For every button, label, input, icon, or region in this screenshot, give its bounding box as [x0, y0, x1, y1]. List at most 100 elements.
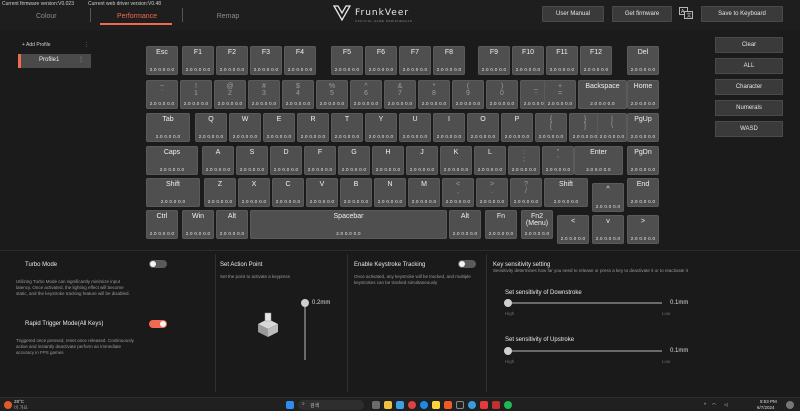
key-5[interactable]: % 5 2.0 0.0 0.0 [316, 80, 348, 109]
key-7[interactable]: & 7 2.0 0.0 0.0 [384, 80, 416, 109]
key-menu[interactable]: Fn2 (Menu) 2.0 0.0 0.0 [521, 210, 553, 239]
key-d[interactable]: D 2.0 0.0 0.0 [270, 146, 302, 175]
key-f3[interactable]: F3 2.0 0.0 0.0 [250, 46, 282, 75]
slider-thumb[interactable] [504, 299, 512, 307]
key-c[interactable]: C 2.0 0.0 0.0 [272, 178, 304, 207]
key-f4[interactable]: F4 2.0 0.0 0.0 [284, 46, 316, 75]
key-backslash[interactable]: | \ 2.0 0.0 0.0 [597, 113, 627, 142]
key-tab[interactable]: Tab 2.0 0.0 0.0 [146, 113, 190, 142]
key-up[interactable]: ^ 2.0 0.0 0.0 [592, 183, 624, 212]
key-f5[interactable]: F5 2.0 0.0 0.0 [331, 46, 363, 75]
key-9[interactable]: ( 9 2.0 0.0 0.0 [452, 80, 484, 109]
key-f9[interactable]: F9 2.0 0.0 0.0 [478, 46, 510, 75]
key-period[interactable]: > . 2.0 0.0 0.0 [476, 178, 508, 207]
key-1[interactable]: ! 1 2.0 0.0 0.0 [180, 80, 212, 109]
key-del[interactable]: Del 2.0 0.0 0.0 [627, 46, 659, 75]
key-right[interactable]: >2.0 0.0 0.0 [627, 215, 659, 244]
key-space[interactable]: Spacebar 2.0 0.0 0.0 [250, 210, 447, 239]
key-t[interactable]: T 2.0 0.0 0.0 [331, 113, 363, 142]
add-profile-button[interactable]: + Add Profile [22, 42, 51, 48]
key-a[interactable]: A 2.0 0.0 0.0 [202, 146, 234, 175]
key-e[interactable]: E 2.0 0.0 0.0 [263, 113, 295, 142]
key-lalt[interactable]: Alt 2.0 0.0 0.0 [216, 210, 248, 239]
key-f2[interactable]: F2 2.0 0.0 0.0 [216, 46, 248, 75]
task-view-icon[interactable] [372, 401, 380, 409]
key-8[interactable]: * 8 2.0 0.0 0.0 [418, 80, 450, 109]
key-lshift[interactable]: Shift 2.0 0.0 0.0 [146, 178, 200, 207]
select-character-button[interactable]: Character [715, 79, 783, 95]
key-z[interactable]: Z 2.0 0.0 0.0 [204, 178, 236, 207]
select-all-button[interactable]: ALL [715, 58, 783, 74]
key-j[interactable]: J 2.0 0.0 0.0 [406, 146, 438, 175]
key-2[interactable]: @ 2 2.0 0.0 0.0 [214, 80, 246, 109]
key-pgdn[interactable]: PgDn 2.0 0.0 0.0 [627, 146, 659, 175]
key-f8[interactable]: F8 2.0 0.0 0.0 [433, 46, 465, 75]
taskbar-search[interactable]: ⌕ 검색 [298, 400, 364, 410]
tray-chevron-icon[interactable]: ^ [704, 402, 706, 407]
app-icon[interactable] [456, 401, 464, 409]
brave-icon[interactable] [444, 401, 452, 409]
key-down[interactable]: v 2.0 0.0 0.0 [592, 215, 624, 244]
youtube-icon[interactable] [480, 401, 488, 409]
store-icon[interactable] [396, 401, 404, 409]
key-f1[interactable]: F1 2.0 0.0 0.0 [182, 46, 214, 75]
clear-button[interactable]: Clear [715, 37, 783, 53]
key-q[interactable]: Q 2.0 0.0 0.0 [195, 113, 227, 142]
more-icon[interactable]: ⋮ [84, 42, 89, 48]
tab-performance[interactable]: Performance [112, 13, 162, 20]
user-manual-button[interactable]: User Manual [542, 6, 604, 22]
windows-start-icon[interactable] [286, 401, 294, 409]
key-lbracket[interactable]: { [2.0 0.0 0.0 [535, 113, 567, 142]
file-explorer-icon[interactable] [384, 401, 392, 409]
key-4[interactable]: $ 4 2.0 0.0 0.0 [282, 80, 314, 109]
browser-icon[interactable] [468, 401, 476, 409]
key-fn[interactable]: Fn 2.0 0.0 0.0 [485, 210, 517, 239]
key-3[interactable]: # 3 2.0 0.0 0.0 [248, 80, 280, 109]
tab-remap[interactable]: Remap [216, 13, 240, 20]
key-ralt[interactable]: Alt 2.0 0.0 0.0 [449, 210, 481, 239]
translate-icon[interactable]: A文 [679, 7, 693, 19]
select-numerals-button[interactable]: Numerals [715, 100, 783, 116]
key-f10[interactable]: F10 2.0 0.0 0.0 [512, 46, 544, 75]
save-to-keyboard-button[interactable]: Save to Keyboard [701, 6, 783, 22]
key-s[interactable]: S 2.0 0.0 0.0 [236, 146, 268, 175]
weather-icon[interactable] [4, 401, 12, 409]
key-n[interactable]: N 2.0 0.0 0.0 [374, 178, 406, 207]
speaker-icon[interactable]: ◁ [724, 402, 727, 408]
spotify-icon[interactable] [504, 401, 512, 409]
key-f[interactable]: F 2.0 0.0 0.0 [304, 146, 336, 175]
key-r[interactable]: R 2.0 0.0 0.0 [297, 113, 329, 142]
key-x[interactable]: X 2.0 0.0 0.0 [238, 178, 270, 207]
select-wasd-button[interactable]: WASD [715, 121, 783, 137]
key-backtick[interactable]: ~ ` 2.0 0.0 0.0 [146, 80, 178, 109]
key-home[interactable]: Home 2.0 0.0 0.0 [627, 80, 659, 109]
app-icon[interactable] [492, 401, 500, 409]
key-g[interactable]: G 2.0 0.0 0.0 [338, 146, 370, 175]
downstroke-slider[interactable] [504, 299, 662, 307]
key-caps[interactable]: Caps 2.0 0.0 0.0 [146, 146, 198, 175]
key-f7[interactable]: F7 2.0 0.0 0.0 [399, 46, 431, 75]
key-h[interactable]: H 2.0 0.0 0.0 [372, 146, 404, 175]
key-f6[interactable]: F6 2.0 0.0 0.0 [365, 46, 397, 75]
key-k[interactable]: K 2.0 0.0 0.0 [440, 146, 472, 175]
key-pgup[interactable]: PgUp 2.0 0.0 0.0 [627, 113, 659, 142]
get-firmware-button[interactable]: Get firmware [612, 6, 672, 22]
kakao-icon[interactable] [432, 401, 440, 409]
key-equal[interactable]: + = 2.0 0.0 0.0 [544, 80, 576, 109]
key-0[interactable]: ) 0 2.0 0.0 0.0 [486, 80, 518, 109]
tab-colour[interactable]: Colour [36, 13, 57, 20]
key-u[interactable]: U 2.0 0.0 0.0 [399, 113, 431, 142]
key-i[interactable]: I 2.0 0.0 0.0 [433, 113, 465, 142]
key-enter[interactable]: Enter 2.0 0.0 0.0 [574, 146, 623, 175]
key-rshift[interactable]: Shift 2.0 0.0 0.0 [544, 178, 588, 207]
key-lctrl[interactable]: Ctrl 2.0 0.0 0.0 [146, 210, 178, 239]
slider-thumb[interactable] [301, 299, 309, 307]
key-b[interactable]: B 2.0 0.0 0.0 [340, 178, 372, 207]
key-slash[interactable]: ? / 2.0 0.0 0.0 [510, 178, 542, 207]
key-win[interactable]: Win 2.0 0.0 0.0 [182, 210, 214, 239]
key-l[interactable]: L 2.0 0.0 0.0 [474, 146, 506, 175]
key-f11[interactable]: F11 2.0 0.0 0.0 [546, 46, 578, 75]
key-o[interactable]: O 2.0 0.0 0.0 [467, 113, 499, 142]
key-w[interactable]: W 2.0 0.0 0.0 [229, 113, 261, 142]
upstroke-slider[interactable] [504, 347, 662, 355]
